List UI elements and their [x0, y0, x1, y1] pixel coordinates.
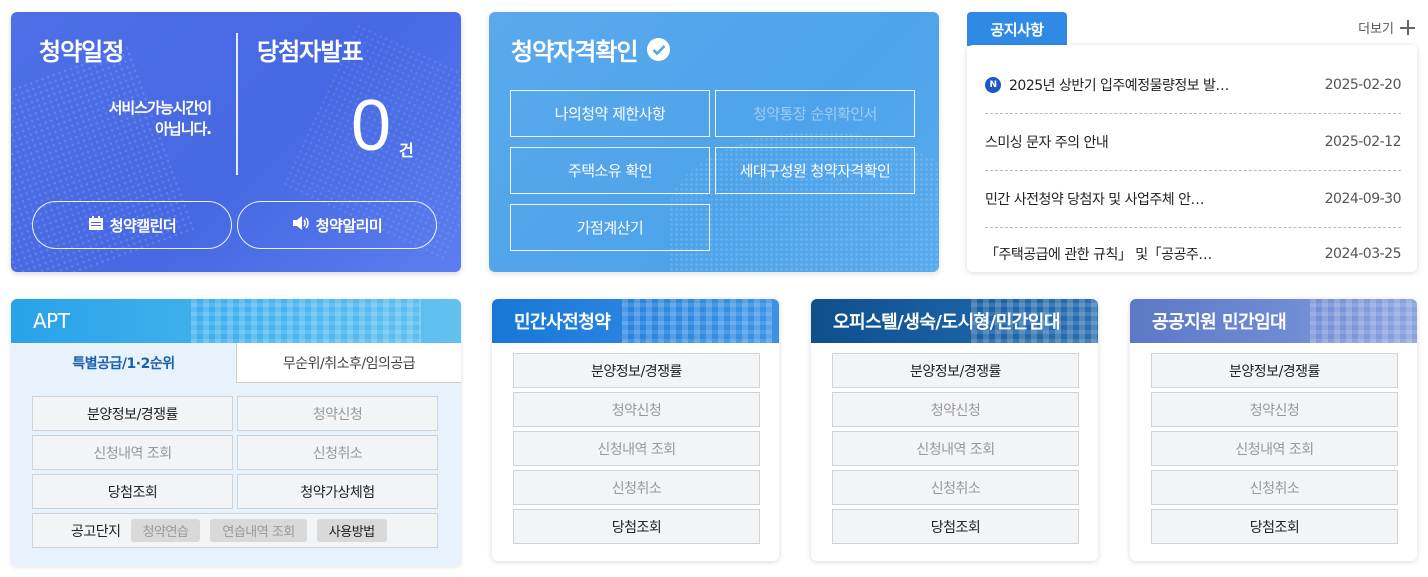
calendar-icon: [88, 215, 104, 235]
alert-button[interactable]: 청약알리미: [237, 201, 437, 249]
service-unavailable-message: 서비스가능시간이 아닙니다.: [51, 98, 212, 140]
more-link-label: 더보기: [1358, 22, 1394, 37]
notice-item[interactable]: 스미싱 문자 주의 안내 2025-02-12: [985, 114, 1402, 171]
officetel-panel: 오피스텔/생숙/도시형/민간임대 분양정보/경쟁률 청약신청 신청내역 조회 신…: [811, 299, 1098, 561]
practice-history-chip[interactable]: 연습내역 조회: [210, 519, 307, 542]
schedule-title[interactable]: 청약일정: [39, 32, 124, 67]
notice-item[interactable]: 민간 사전청약 당첨자 및 사업주체 안… 2024-09-30: [985, 171, 1402, 228]
notice-item-title-wrap: N 2025년 상반기 입주예정물량정보 발…: [985, 75, 1229, 95]
calendar-button-label: 청약캘린더: [109, 216, 177, 235]
more-link[interactable]: 더보기: [1358, 18, 1415, 37]
notice-item-date: 2024-09-30: [1324, 191, 1402, 207]
calendar-button[interactable]: 청약캘린더: [32, 201, 232, 249]
new-badge-icon: N: [985, 77, 1001, 93]
apply-button[interactable]: 청약신청: [1151, 392, 1398, 427]
sale-info-button[interactable]: 분양정보/경쟁률: [832, 353, 1079, 388]
winner-lookup-button[interactable]: 당첨조회: [513, 509, 760, 544]
notice-item-title: 스미싱 문자 주의 안내: [985, 135, 1109, 151]
private-pre-panel: 민간사전청약 분양정보/경쟁률 청약신청 신청내역 조회 신청취소 당첨조회: [492, 299, 779, 561]
notice-tab[interactable]: 공지사항: [967, 12, 1067, 46]
apply-button[interactable]: 청약신청: [237, 396, 438, 431]
notice-complex-label: 공고단지: [71, 523, 121, 540]
cancel-application-button[interactable]: 신청취소: [237, 435, 438, 470]
apt-tabs: 특별공급/1·2순위 무순위/취소후/임의공급: [11, 343, 461, 383]
practice-chip[interactable]: 청약연습: [130, 519, 201, 542]
notice-item[interactable]: N 2025년 상반기 입주예정물량정보 발… 2025-02-20: [985, 57, 1402, 114]
service-msg-line: 서비스가능시간이: [108, 99, 212, 117]
house-ownership-button[interactable]: 주택소유 확인: [510, 147, 710, 194]
officetel-title: 오피스텔/생숙/도시형/민간임대: [833, 312, 1061, 333]
eligibility-title: 청약자격확인: [511, 32, 671, 67]
notice-item-title: 민간 사전청약 당첨자 및 사업주체 안…: [985, 192, 1204, 208]
winner-count: 0: [351, 86, 392, 166]
sale-info-button[interactable]: 분양정보/경쟁률: [32, 396, 233, 431]
notice-item[interactable]: 「주택공급에 관한 규칙」 및「공공주… 2024-03-25: [985, 225, 1402, 282]
apt-title: APT: [33, 309, 70, 333]
account-rank-certificate-button[interactable]: 청약통장 순위확인서: [715, 90, 915, 137]
public-rental-header: 공공지원 민간임대: [1130, 299, 1417, 343]
my-restrictions-button[interactable]: 나의청약 제한사항: [510, 90, 710, 137]
public-rental-title: 공공지원 민간임대: [1152, 312, 1287, 333]
plus-icon: [1400, 20, 1415, 35]
notice-complex-row: 공고단지 청약연습 연습내역 조회 사용방법: [32, 513, 438, 548]
household-eligibility-button[interactable]: 세대구성원 청약자격확인: [715, 147, 915, 194]
tab-special-supply[interactable]: 특별공급/1·2순위: [11, 343, 236, 383]
notice-item-title-wrap: 스미싱 문자 주의 안내: [985, 132, 1109, 152]
winner-lookup-button[interactable]: 당첨조회: [1151, 509, 1398, 544]
notice-item-title: 2025년 상반기 입주예정물량정보 발…: [1009, 78, 1229, 94]
notice-item-title-wrap: 민간 사전청약 당첨자 및 사업주체 안…: [985, 189, 1204, 209]
winner-count-unit: 건: [399, 141, 414, 160]
notice-item-title-wrap: 「주택공급에 관한 규칙」 및「공공주…: [985, 244, 1212, 264]
public-rental-panel: 공공지원 민간임대 분양정보/경쟁률 청약신청 신청내역 조회 신청취소 당첨조…: [1130, 299, 1417, 561]
apply-button[interactable]: 청약신청: [513, 392, 760, 427]
cancel-application-button[interactable]: 신청취소: [1151, 470, 1398, 505]
check-circle-icon: [647, 38, 671, 61]
apt-panel: APT 특별공급/1·2순위 무순위/취소후/임의공급 분양정보/경쟁률 청약신…: [11, 299, 461, 566]
notice-item-date: 2024-03-25: [1324, 245, 1402, 262]
speaker-icon: [292, 215, 310, 235]
cancel-application-button[interactable]: 신청취소: [513, 470, 760, 505]
private-pre-title: 민간사전청약: [514, 312, 611, 333]
notice-list: N 2025년 상반기 입주예정물량정보 발… 2025-02-20 스미싱 문…: [967, 45, 1417, 272]
divider: [236, 33, 238, 175]
application-history-button[interactable]: 신청내역 조회: [513, 431, 760, 466]
building-illustration: [191, 299, 421, 343]
score-calculator-button[interactable]: 가점계산기: [510, 204, 710, 251]
building-illustration: [622, 299, 772, 343]
winners-title[interactable]: 당첨자발표: [257, 32, 363, 67]
schedule-card: 청약일정 당첨자발표 서비스가능시간이 아닙니다. 0 건 청약캘린더 청약알리…: [11, 12, 461, 272]
eligibility-card: 청약자격확인 나의청약 제한사항 청약통장 순위확인서 주택소유 확인 세대구성…: [489, 12, 939, 272]
application-history-button[interactable]: 신청내역 조회: [1151, 431, 1398, 466]
private-pre-header: 민간사전청약: [492, 299, 779, 343]
eligibility-title-text: 청약자격확인: [511, 38, 638, 66]
notice-panel: 공지사항 더보기 N 2025년 상반기 입주예정물량정보 발… 2025-02…: [967, 12, 1417, 272]
officetel-header: 오피스텔/생숙/도시형/민간임대: [811, 299, 1098, 343]
application-history-button[interactable]: 신청내역 조회: [32, 435, 233, 470]
apply-button[interactable]: 청약신청: [832, 392, 1079, 427]
application-history-button[interactable]: 신청내역 조회: [832, 431, 1079, 466]
alert-button-label: 청약알리미: [315, 216, 383, 235]
notice-item-date: 2025-02-12: [1324, 134, 1402, 150]
notice-item-date: 2025-02-20: [1324, 77, 1402, 93]
tab-no-rank-supply[interactable]: 무순위/취소후/임의공급: [236, 343, 461, 383]
winner-lookup-button[interactable]: 당첨조회: [832, 509, 1079, 544]
sale-info-button[interactable]: 분양정보/경쟁률: [1151, 353, 1398, 388]
service-msg-line: 아닙니다.: [155, 120, 212, 138]
apt-header: APT: [11, 299, 461, 343]
virtual-experience-button[interactable]: 청약가상체험: [237, 474, 438, 509]
sale-info-button[interactable]: 분양정보/경쟁률: [513, 353, 760, 388]
building-illustration: [1310, 299, 1417, 343]
cancel-application-button[interactable]: 신청취소: [832, 470, 1079, 505]
how-to-use-chip[interactable]: 사용방법: [316, 519, 387, 542]
notice-item-title: 「주택공급에 관한 규칙」 및「공공주…: [985, 246, 1212, 263]
winner-lookup-button[interactable]: 당첨조회: [32, 474, 233, 509]
